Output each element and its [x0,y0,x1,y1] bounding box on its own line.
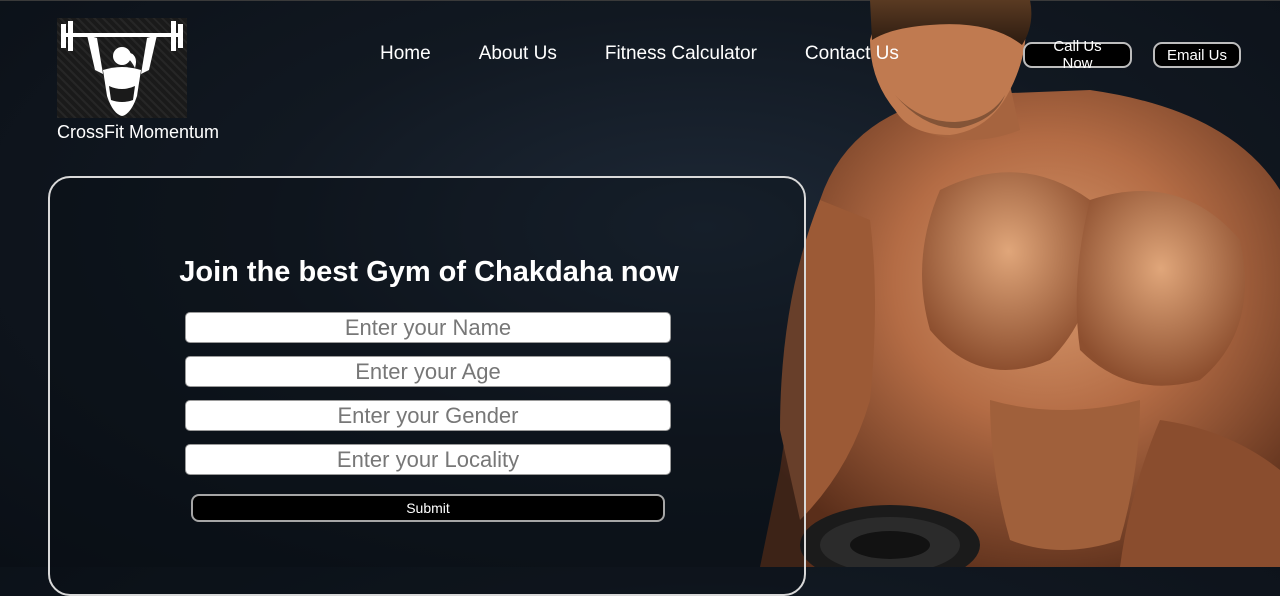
nav-contact-link[interactable]: Contact Us [805,43,899,65]
brand-logo[interactable] [57,18,187,118]
hero-athlete-image [760,0,1280,567]
gender-input[interactable] [185,400,671,431]
nav-about-link[interactable]: About Us [479,43,557,65]
brand-name: CrossFit Momentum [57,122,220,142]
name-input[interactable] [185,312,671,343]
form-title: Join the best Gym of Chakdaha now [179,256,679,288]
nav-home-link[interactable]: Home [380,43,431,65]
age-input[interactable] [185,356,671,387]
submit-button[interactable]: Submit [191,494,665,522]
nav-fitness-calculator-link[interactable]: Fitness Calculator [605,43,757,65]
call-us-button[interactable]: Call Us Now [1023,38,1132,72]
locality-input[interactable] [185,444,671,475]
email-us-button[interactable]: Email Us [1153,42,1241,68]
weightlifter-logo-icon [61,21,183,116]
join-form-panel: Join the best Gym of Chakdaha now Submit [48,176,806,596]
main-nav: Home About Us Fitness Calculator Contact… [380,43,947,65]
